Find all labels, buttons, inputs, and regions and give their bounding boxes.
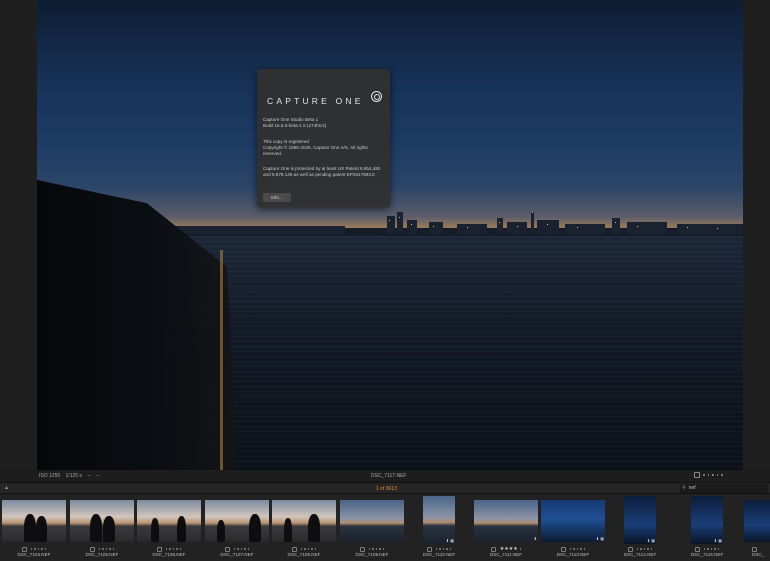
select-checkbox[interactable] [426, 546, 432, 552]
product-name: Capture One Studio Beta 1 [263, 117, 319, 122]
thumbnail[interactable]: DSC_7105.NEF [70, 494, 134, 561]
select-checkbox[interactable] [224, 546, 230, 552]
rating-dot[interactable] [707, 474, 709, 476]
thumbnail-image[interactable]: ⬇ ▦ [541, 500, 605, 542]
select-checkbox[interactable] [694, 546, 700, 552]
filter-search-input[interactable]: ⚲ nef [680, 484, 768, 493]
thumbnail[interactable]: DSC_7109.NEF [340, 494, 404, 561]
thumbnail-image[interactable] [340, 500, 404, 542]
thumbnail-image[interactable]: ⬇ [474, 500, 538, 542]
thumbnail-filename: DSC_7111.NEF [489, 552, 523, 557]
star-rating[interactable]: ★★★★ [500, 546, 518, 552]
thumbnail-filename: DSC_7105.NEF [85, 552, 119, 557]
browser-toolbar: ▲ 1 of 3613 ⚲ nef [0, 482, 770, 494]
thumbnail-filename: DSC_ [752, 552, 765, 557]
select-checkbox[interactable] [21, 546, 27, 552]
thumbnail-image[interactable]: ⬇ ▦ [423, 496, 455, 544]
viewer-status-bar: ISO 1250 1/125 s -- -- DSC_7117.NEF [0, 470, 770, 482]
registration-info: This copy is registered Copyright © 1995… [263, 139, 388, 157]
brand-name: CAPTURE ONE [267, 96, 364, 106]
collapse-triangle-icon[interactable]: ▲ [4, 485, 9, 491]
about-dialog[interactable]: CAPTURE ONE Capture One Studio Beta 1 Bu… [257, 69, 390, 207]
thumbnail[interactable]: DSC_7106.NEF [137, 494, 201, 561]
viewer-rating[interactable] [694, 472, 723, 478]
thumbnail-filename: DSC_7110.NEF [422, 552, 456, 557]
select-checkbox[interactable] [490, 546, 496, 552]
build-number: Build 16.6.0-beta-1.5 (274f4c2) [263, 123, 327, 128]
badge-icon: ⬇ ▦ [445, 538, 454, 543]
thumbnail-filename: DSC_7113.NEF [556, 552, 590, 557]
capture-one-logo: CAPTURE ONE [267, 91, 382, 106]
thumbnail[interactable]: ⬇ ▦ DSC_7110.NEF [407, 494, 471, 561]
copyright-text: Copyright © 1995-2025, Capture One A/S. … [263, 145, 368, 156]
select-checkbox[interactable] [291, 546, 297, 552]
thumbnail-image[interactable] [744, 500, 770, 542]
select-checkbox[interactable] [89, 546, 95, 552]
exif-info: ISO 1250 1/125 s -- -- [39, 473, 103, 479]
select-checkbox[interactable] [627, 546, 633, 552]
thumbnail-image[interactable] [272, 500, 336, 542]
rating-dot[interactable] [721, 474, 723, 476]
rating-dot[interactable] [703, 474, 705, 476]
thumbnail-filename: DSC_7114.NEF [623, 552, 657, 557]
thumbnail-image[interactable]: ⬇ ▦ [624, 496, 656, 544]
thumbnail-filename: DSC_7115.NEF [690, 552, 724, 557]
registered-text: This copy is registered [263, 139, 309, 144]
search-value: nef [688, 485, 696, 491]
select-checkbox[interactable] [694, 472, 700, 478]
thumbnail[interactable]: DSC_ [742, 494, 770, 561]
thumbnail-filename: DSC_7106.NEF [152, 552, 186, 557]
thumbnail-filename: DSC_7109.NEF [355, 552, 389, 557]
image-counter: 1 of 3613 [376, 485, 397, 492]
current-filename: DSC_7117.NEF [371, 473, 407, 479]
search-icon: ⚲ [682, 485, 686, 491]
thumbnail-image[interactable] [205, 500, 269, 542]
main-photo[interactable] [37, 0, 743, 470]
patent-text: Capture One is protected by at least US … [263, 166, 381, 177]
badge-icon: ⬇ ▦ [646, 538, 655, 543]
capture-one-icon [371, 91, 382, 102]
iso-value: ISO 1250 [39, 473, 61, 479]
railing-glow [175, 250, 223, 470]
badge-icon: ⬇ ▦ [595, 536, 604, 541]
thumbnail[interactable]: ⬇ ▦ DSC_7114.NEF [608, 494, 672, 561]
filmstrip[interactable]: DSC_7104.NEF DSC_7105.NEF DSC_7106.NEF D… [0, 494, 770, 561]
thumbnail[interactable]: ⬇ ★★★★ DSC_7111.NEF [474, 494, 538, 561]
badge-icon: ⬇ ▦ [713, 538, 722, 543]
focal-value: -- [96, 473, 100, 479]
thumbnail[interactable]: DSC_7108.NEF [272, 494, 336, 561]
thumbnail[interactable]: DSC_7107.NEF [205, 494, 269, 561]
thumbnail-filename: DSC_7107.NEF [220, 552, 254, 557]
thumbnail-filename: DSC_7104.NEF [17, 552, 51, 557]
thumbnail[interactable]: ⬇ ▦ DSC_7115.NEF [675, 494, 739, 561]
thumbnail[interactable]: ⬇ ▦ DSC_7113.NEF [541, 494, 605, 561]
shutter-value: 1/125 s [65, 473, 82, 479]
rating-dot[interactable] [716, 474, 718, 476]
thumbnail-image[interactable] [70, 500, 134, 542]
thumbnail-filename: DSC_7108.NEF [287, 552, 321, 557]
rating-dot[interactable] [712, 474, 714, 476]
select-checkbox[interactable] [752, 546, 757, 552]
thumbnail[interactable]: DSC_7104.NEF [2, 494, 66, 561]
select-checkbox[interactable] [156, 546, 162, 552]
thumbnail-image[interactable] [137, 500, 201, 542]
version-info: Capture One Studio Beta 1 Build 16.6.0-b… [263, 117, 388, 129]
info-button[interactable]: Info... [263, 193, 291, 202]
select-checkbox[interactable] [359, 546, 365, 552]
thumbnail-image[interactable]: ⬇ ▦ [691, 496, 723, 544]
badge-icon: ⬇ [533, 536, 537, 541]
thumbnail-image[interactable] [2, 500, 66, 542]
select-checkbox[interactable] [560, 546, 566, 552]
image-viewer[interactable]: CAPTURE ONE Capture One Studio Beta 1 Bu… [0, 0, 770, 470]
aperture-value: -- [87, 473, 91, 479]
